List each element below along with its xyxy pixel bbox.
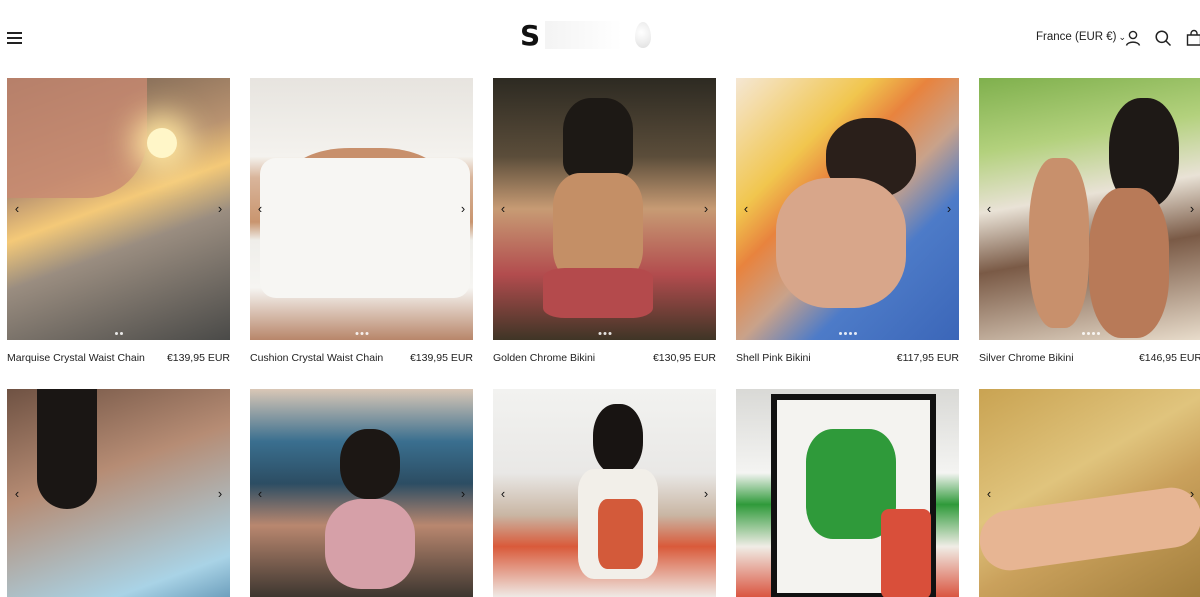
chevron-left-icon[interactable]: ‹ bbox=[739, 200, 753, 218]
chevron-left-icon[interactable]: ‹ bbox=[982, 485, 996, 503]
cart-icon[interactable] bbox=[1185, 29, 1200, 47]
product-image[interactable]: ‹ › bbox=[7, 78, 230, 340]
product-image[interactable]: ‹ › bbox=[979, 78, 1200, 340]
product-image[interactable]: ‹ › bbox=[7, 389, 230, 597]
chevron-left-icon[interactable]: ‹ bbox=[496, 485, 510, 503]
chevron-left-icon[interactable]: ‹ bbox=[496, 200, 510, 218]
account-icon[interactable] bbox=[1124, 29, 1142, 47]
product-card[interactable]: ‹ › Marquise Crystal Waist Chain €139,95… bbox=[7, 78, 230, 364]
chevron-left-icon[interactable]: ‹ bbox=[10, 485, 24, 503]
product-image[interactable]: ‹ › bbox=[979, 389, 1200, 597]
carousel-dots[interactable] bbox=[1081, 332, 1100, 335]
chevron-left-icon[interactable]: ‹ bbox=[253, 200, 267, 218]
product-price: €146,95 EUR bbox=[1138, 352, 1200, 364]
product-name[interactable]: Marquise Crystal Waist Chain bbox=[7, 352, 145, 364]
chevron-right-icon[interactable]: › bbox=[699, 200, 713, 218]
menu-icon[interactable] bbox=[7, 32, 23, 46]
country-selector[interactable]: France (EUR €) ⌄ bbox=[1036, 31, 1126, 43]
carousel-dots[interactable] bbox=[838, 332, 857, 335]
product-name[interactable]: Cushion Crystal Waist Chain bbox=[250, 352, 383, 364]
chevron-left-icon[interactable]: ‹ bbox=[982, 200, 996, 218]
chevron-right-icon[interactable]: › bbox=[213, 485, 227, 503]
product-card[interactable]: ‹ › bbox=[979, 389, 1200, 597]
product-name[interactable]: Silver Chrome Bikini bbox=[979, 352, 1074, 364]
chevron-right-icon[interactable]: › bbox=[456, 485, 470, 503]
chevron-right-icon[interactable]: › bbox=[456, 200, 470, 218]
chevron-right-icon[interactable]: › bbox=[942, 200, 956, 218]
chevron-left-icon[interactable]: ‹ bbox=[10, 200, 24, 218]
product-card[interactable]: ‹ › bbox=[250, 389, 473, 597]
product-price: €117,95 EUR bbox=[896, 352, 959, 364]
chevron-right-icon[interactable]: › bbox=[1185, 485, 1199, 503]
product-card[interactable]: ‹ › Cushion Crystal Waist Chain €139,95 … bbox=[250, 78, 473, 364]
search-icon[interactable] bbox=[1154, 29, 1172, 47]
product-card[interactable] bbox=[736, 389, 959, 597]
product-card[interactable]: ‹ › bbox=[7, 389, 230, 597]
product-card[interactable]: ‹ › Shell Pink Bikini €117,95 EUR bbox=[736, 78, 959, 364]
product-card[interactable]: ‹ › Golden Chrome Bikini €130,95 EUR bbox=[493, 78, 716, 364]
logo-wordmark bbox=[545, 21, 656, 49]
product-image[interactable]: ‹ › bbox=[493, 78, 716, 340]
country-selector-label: France (EUR €) bbox=[1036, 31, 1117, 43]
product-image[interactable]: ‹ › bbox=[250, 389, 473, 597]
product-card[interactable]: ‹ › bbox=[493, 389, 716, 597]
product-price: €139,95 EUR bbox=[166, 352, 230, 364]
carousel-dots[interactable] bbox=[355, 332, 368, 335]
product-name[interactable]: Shell Pink Bikini bbox=[736, 352, 811, 364]
chevron-right-icon[interactable]: › bbox=[699, 485, 713, 503]
logo-text: S bbox=[520, 18, 542, 52]
product-image[interactable]: ‹ › bbox=[493, 389, 716, 597]
product-card[interactable]: ‹ › Silver Chrome Bikini €146,95 EUR bbox=[979, 78, 1200, 364]
carousel-dots[interactable] bbox=[598, 332, 611, 335]
product-image[interactable]: ‹ › bbox=[250, 78, 473, 340]
site-logo[interactable]: S bbox=[520, 18, 656, 52]
carousel-dots[interactable] bbox=[114, 332, 123, 335]
product-price: €139,95 EUR bbox=[409, 352, 473, 364]
product-price: €130,95 EUR bbox=[652, 352, 716, 364]
chevron-right-icon[interactable]: › bbox=[213, 200, 227, 218]
product-image[interactable]: ‹ › bbox=[736, 78, 959, 340]
site-header: S France (EUR €) ⌄ bbox=[0, 0, 1200, 78]
chevron-left-icon[interactable]: ‹ bbox=[253, 485, 267, 503]
chevron-right-icon[interactable]: › bbox=[1185, 200, 1199, 218]
product-name[interactable]: Golden Chrome Bikini bbox=[493, 352, 595, 364]
product-image[interactable] bbox=[736, 389, 959, 597]
